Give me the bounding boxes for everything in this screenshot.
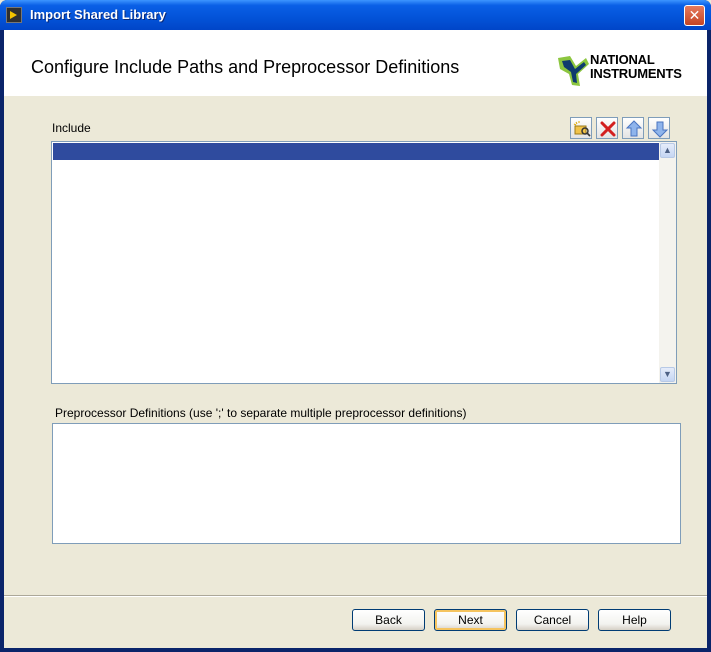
move-down-icon — [651, 121, 669, 138]
footer-divider — [4, 595, 707, 597]
title-bar[interactable]: Import Shared Library ✕ — [0, 0, 711, 30]
move-up-button[interactable] — [622, 117, 644, 139]
list-item-selected[interactable] — [53, 143, 659, 160]
cancel-button[interactable]: Cancel — [516, 609, 589, 631]
wizard-header: Configure Include Paths and Preprocessor… — [4, 30, 707, 96]
help-button[interactable]: Help — [598, 609, 671, 631]
dialog-window: Import Shared Library ✕ Configure Includ… — [0, 0, 711, 652]
preprocessor-label: Preprocessor Definitions (use ';' to sep… — [55, 406, 467, 420]
close-button[interactable]: ✕ — [684, 5, 705, 26]
include-list-scrollbar[interactable]: ▲ ▼ — [659, 142, 676, 383]
ni-logo: NATIONAL INSTRUMENTS — [556, 52, 702, 88]
dialog-client-area: Configure Include Paths and Preprocessor… — [4, 30, 707, 648]
include-label: Include — [52, 121, 91, 135]
ni-eagle-icon — [558, 56, 589, 86]
next-button[interactable]: Next — [434, 609, 507, 631]
back-button[interactable]: Back — [352, 609, 425, 631]
ni-wordmark: NATIONAL INSTRUMENTS — [590, 53, 682, 81]
scroll-up-arrow-icon[interactable]: ▲ — [660, 143, 675, 158]
delete-icon — [600, 121, 616, 137]
move-up-icon — [625, 120, 643, 137]
labview-app-icon — [6, 7, 22, 23]
logo-line-2: INSTRUMENTS — [590, 66, 682, 81]
scroll-down-arrow-icon[interactable]: ▼ — [660, 367, 675, 382]
browse-folder-icon — [573, 121, 591, 137]
page-title: Configure Include Paths and Preprocessor… — [31, 57, 460, 77]
preprocessor-definitions-field[interactable] — [52, 423, 681, 544]
logo-line-1: NATIONAL — [590, 52, 655, 67]
delete-button[interactable] — [596, 117, 618, 139]
include-paths-list[interactable]: ▲ ▼ — [51, 141, 677, 384]
window-title: Import Shared Library — [30, 7, 166, 22]
browse-button[interactable] — [570, 117, 592, 139]
move-down-button[interactable] — [648, 117, 670, 139]
